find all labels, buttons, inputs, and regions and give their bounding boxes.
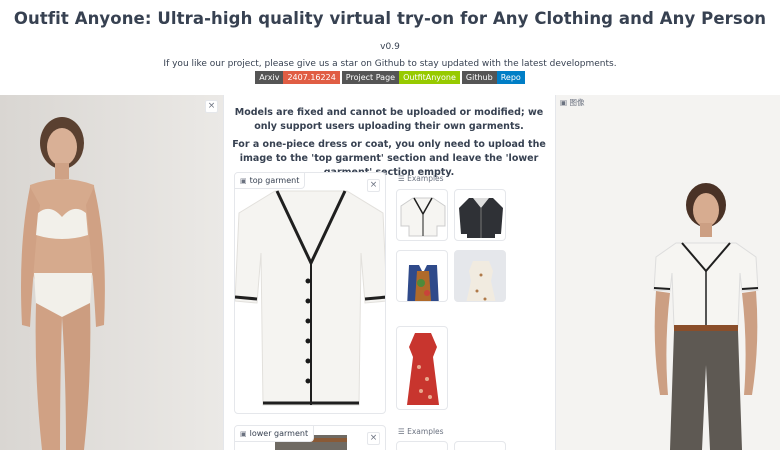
lower-garment-label: ▣ lower garment <box>235 426 315 442</box>
lower-examples-header: ☰ Examples <box>398 427 444 436</box>
lower-garment-label-text: lower garment <box>249 429 309 438</box>
top-examples-label: Examples <box>407 174 444 183</box>
top-example-thumb[interactable] <box>396 326 448 410</box>
top-example-thumb[interactable] <box>396 250 448 302</box>
lower-examples-label: Examples <box>407 427 444 436</box>
page-title: Outfit Anyone: Ultra-high quality virtua… <box>13 9 767 28</box>
white-blouse-thumb <box>400 197 446 237</box>
version-label: v0.9 <box>380 42 400 52</box>
list-icon: ☰ <box>398 427 408 436</box>
output-label: ▣ 图像 <box>560 97 584 108</box>
image-icon: ▣ <box>240 177 247 185</box>
top-example-thumb[interactable] <box>454 189 506 241</box>
arxiv-badge-label: Arxiv <box>255 71 284 84</box>
top-garment-label: ▣ top garment <box>235 173 306 189</box>
output-label-text: 图像 <box>569 98 585 107</box>
lower-example-thumb[interactable] <box>396 441 448 450</box>
arxiv-badge[interactable]: Arxiv 2407.16224 <box>255 71 340 84</box>
top-example-thumb[interactable] <box>396 189 448 241</box>
top-garment-close-button[interactable]: × <box>367 179 380 192</box>
project-page-badge-value: OutfitAnyone <box>399 71 460 84</box>
top-examples-header: ☰ Examples <box>398 174 444 183</box>
top-garment-image <box>235 190 385 406</box>
output-image-panel <box>555 95 780 450</box>
vest-thumb <box>407 265 439 301</box>
top-example-thumb-selected[interactable] <box>454 250 506 302</box>
floral-dress-thumb <box>466 261 496 301</box>
project-page-badge-label: Project Page <box>341 71 400 84</box>
model-image-panel: × <box>0 95 224 450</box>
top-garment-upload[interactable]: ▣ top garment × <box>234 172 386 414</box>
lower-example-thumb[interactable] <box>454 441 506 450</box>
red-dress-thumb <box>407 333 439 405</box>
cardigan-thumb <box>459 198 503 238</box>
model-close-button[interactable]: × <box>205 100 218 113</box>
model-photo <box>0 95 223 450</box>
github-badge[interactable]: Github Repo <box>461 71 525 84</box>
lower-garment-close-button[interactable]: × <box>367 432 380 445</box>
output-photo <box>556 95 780 450</box>
lower-garment-upload[interactable]: ▣ lower garment × <box>234 425 386 450</box>
list-icon: ☰ <box>398 174 408 183</box>
arxiv-badge-value: 2407.16224 <box>283 71 340 84</box>
badge-row: Arxiv 2407.16224 Project Page OutfitAnyo… <box>0 71 780 84</box>
image-icon: ▣ <box>240 430 247 438</box>
github-badge-value: Repo <box>496 71 525 84</box>
github-badge-label: Github <box>461 71 497 84</box>
star-message: If you like our project, please give us … <box>163 59 617 69</box>
project-page-badge[interactable]: Project Page OutfitAnyone <box>341 71 460 84</box>
model-notice: Models are fixed and cannot be uploaded … <box>234 107 544 132</box>
top-garment-label-text: top garment <box>249 176 300 185</box>
